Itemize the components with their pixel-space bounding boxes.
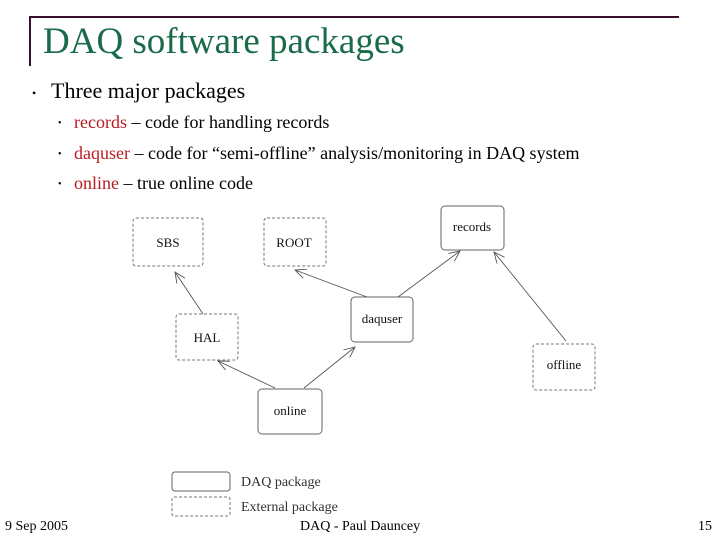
package-dependency-diagram: SBS ROOT records daquser HAL offline onl…	[132, 205, 596, 517]
legend-external-label: External package	[241, 500, 338, 515]
node-offline: offline	[532, 343, 596, 391]
node-label-records: records	[453, 219, 491, 234]
node-label-sbs: SBS	[156, 235, 179, 250]
node-sbs: SBS	[132, 217, 204, 267]
node-label-hal: HAL	[194, 330, 221, 345]
edge-offline-to-records	[494, 252, 567, 342]
edge-online-to-hal	[218, 361, 276, 389]
diagram-legend: DAQ package External package	[171, 471, 338, 517]
footer-date: 9 Sep 2005	[5, 519, 68, 534]
node-label-online: online	[274, 403, 307, 418]
node-label-daquser: daquser	[362, 311, 403, 326]
node-records: records	[440, 205, 505, 251]
node-hal: HAL	[175, 313, 239, 361]
node-daquser: daquser	[350, 296, 414, 343]
legend-daq-label: DAQ package	[241, 475, 321, 490]
footer-author: DAQ - Paul Dauncey	[300, 519, 421, 534]
footer-page-number: 15	[698, 519, 712, 534]
legend-daq-swatch	[171, 471, 231, 492]
legend-external-swatch	[171, 496, 231, 517]
edge-daquser-to-root	[295, 270, 368, 298]
node-label-offline: offline	[547, 357, 582, 372]
edge-hal-to-sbs	[175, 272, 204, 315]
node-root: ROOT	[263, 217, 327, 267]
node-online: online	[257, 388, 323, 435]
edge-daquser-to-records	[397, 251, 460, 298]
node-label-root: ROOT	[276, 235, 311, 250]
edge-online-to-daquser	[303, 347, 355, 389]
